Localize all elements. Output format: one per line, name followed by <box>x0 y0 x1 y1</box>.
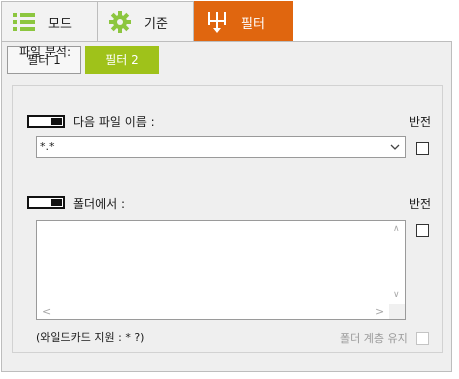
tab-filter-label: 필터 <box>241 17 265 32</box>
horizontal-scrollbar[interactable]: < > <box>37 304 389 319</box>
scroll-down-icon[interactable]: ∨ <box>393 291 400 300</box>
list-icon <box>12 10 36 34</box>
tab-mode-label: 모드 <box>48 17 72 32</box>
filter-panel: 필터 1 필터 2 <box>1 41 452 372</box>
folder-label: 폴더에서 : <box>73 197 126 211</box>
scroll-right-icon[interactable]: > <box>375 306 384 317</box>
scroll-up-icon[interactable]: ∧ <box>393 225 400 234</box>
scroll-left-icon[interactable]: < <box>42 306 51 317</box>
folder-invert-checkbox[interactable] <box>416 224 429 237</box>
keep-hierarchy-checkbox[interactable] <box>416 332 429 345</box>
subtab-filter-2[interactable]: 필터 2 <box>85 46 159 74</box>
tab-mode[interactable]: 모드 <box>1 1 98 41</box>
scrollbar-corner <box>389 304 405 319</box>
file-name-toggle[interactable] <box>27 115 65 128</box>
keep-hierarchy-label: 폴더 계층 유지 <box>340 332 408 345</box>
chevron-down-icon[interactable] <box>389 141 401 153</box>
filter-icon <box>205 10 229 34</box>
toggle-knob <box>51 199 62 206</box>
wildcard-note: (와일드카드 지원 : * ?) <box>36 331 145 344</box>
tab-filter[interactable]: 필터 <box>194 1 293 41</box>
toggle-knob <box>51 118 62 125</box>
top-tab-bar: 모드 기준 필터 <box>0 0 459 42</box>
tab-criteria-label: 기준 <box>144 17 168 32</box>
file-name-invert-checkbox[interactable] <box>416 142 429 155</box>
folder-toggle[interactable] <box>27 196 65 209</box>
file-name-invert-label: 반전 <box>409 115 432 129</box>
folder-invert-label: 반전 <box>409 197 432 211</box>
file-name-value: *.* <box>40 140 55 153</box>
file-name-combobox[interactable]: *.* <box>36 136 406 158</box>
vertical-scrollbar[interactable]: ∧ ∨ <box>389 221 405 305</box>
file-analysis-title: 파일 분석: <box>19 45 72 59</box>
gear-icon <box>108 10 132 34</box>
tab-criteria[interactable]: 기준 <box>97 1 194 41</box>
file-name-label: 다음 파일 이름 : <box>73 115 155 129</box>
folder-list[interactable]: ∧ ∨ < > <box>36 220 406 320</box>
